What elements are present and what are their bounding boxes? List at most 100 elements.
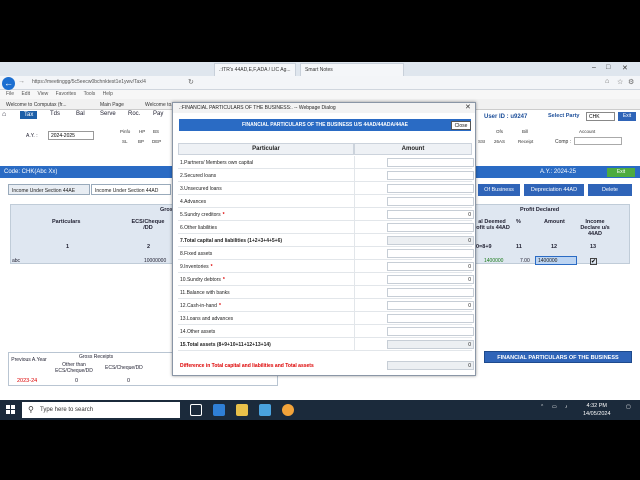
taskbar-search[interactable]: ⚲ Type here to search: [22, 402, 180, 418]
col-num-12: 12: [551, 244, 558, 250]
total-assets-value: 0: [387, 340, 474, 349]
amount-input[interactable]: [387, 288, 474, 297]
video-letterbox-bottom: [0, 420, 640, 480]
dialog-title: .:FINANCIAL PARTICULARS OF THE BUSINESS:…: [173, 103, 475, 113]
amount-input[interactable]: [387, 223, 474, 232]
financial-particulars-button[interactable]: FINANCIAL PARTICULARS OF THE BUSINESS: [484, 351, 632, 363]
party-code: Code: CHK(Abc Xx): [4, 169, 58, 175]
dep-link[interactable]: DEP: [152, 139, 161, 144]
row-label: 12.Cash-in-hand *: [180, 303, 221, 309]
26as-link[interactable]: 26AS: [494, 139, 505, 144]
row-label: 4.Advances: [180, 199, 207, 205]
close-button[interactable]: Close: [451, 121, 471, 130]
amount-input[interactable]: 0: [387, 301, 474, 310]
col-amount: Amount: [544, 219, 565, 225]
col-num-2: 2: [147, 244, 151, 250]
tab-pay[interactable]: Pay: [153, 111, 163, 117]
amount-input[interactable]: [387, 197, 474, 206]
previous-ay-header: Previous A.Year: [11, 357, 47, 363]
depreciation-44ad-button[interactable]: Depreciation 44AD: [524, 184, 584, 196]
delete-button[interactable]: Delete: [588, 184, 632, 196]
row-sundry-debtors: 10.Sundry debtors * 0: [178, 273, 474, 286]
row-label: 11.Balance with banks: [180, 290, 230, 296]
comp-select[interactable]: [574, 137, 622, 145]
pinfo-link[interactable]: Pinfo: [120, 129, 130, 134]
network-icon[interactable]: ▭: [552, 404, 557, 410]
col-amount-header: Amount: [354, 143, 472, 155]
tray-chevron-icon[interactable]: ⌃: [540, 404, 544, 410]
of-business-button[interactable]: Of Business: [478, 184, 520, 196]
ofs-link[interactable]: Ofs: [496, 129, 503, 134]
row-fixed-assets: 8.Fixed assets: [178, 247, 474, 260]
windows-start-icon[interactable]: [6, 405, 16, 415]
row-amount-input[interactable]: 1400000: [535, 256, 577, 265]
col-ecs-cheque: ECS/Cheque /DD: [131, 219, 165, 231]
file-explorer-icon[interactable]: [236, 404, 248, 416]
row-label: 1.Partners/ Members own capital: [180, 160, 254, 166]
income-declare-checkbox[interactable]: ✔: [590, 258, 597, 265]
app-pinned-icon[interactable]: [282, 404, 294, 416]
amount-input[interactable]: [387, 327, 474, 336]
store-icon[interactable]: [259, 404, 271, 416]
bill-link[interactable]: Bill: [522, 129, 528, 134]
dialog-close-icon[interactable]: ✕: [465, 103, 471, 111]
user-id: User ID : u9247: [484, 114, 528, 120]
home-app-icon[interactable]: ⌂: [2, 111, 6, 118]
tab-tds[interactable]: Tds: [50, 111, 60, 117]
volume-icon[interactable]: ♪: [565, 404, 568, 410]
search-placeholder: Type here to search: [40, 407, 94, 413]
hp-link[interactable]: HP: [139, 129, 145, 134]
col-profit-declared: Profit Declared: [520, 207, 560, 213]
other-than-ecs-header: Other than ECS/Cheque/DD: [55, 362, 93, 374]
row-unsecured-loans: 3.Unsecured loans: [178, 182, 474, 195]
sl-link[interactable]: SL: [122, 139, 128, 144]
party-input[interactable]: CHK: [586, 112, 615, 121]
row-label: 10.Sundry debtors *: [180, 277, 225, 283]
row-other-assets: 14.Other assets: [178, 325, 474, 338]
tab-roc[interactable]: Roc.: [128, 111, 140, 117]
edge-browser-icon[interactable]: [213, 404, 225, 416]
tab-tax[interactable]: Tax: [20, 111, 38, 119]
tab-income-44ad[interactable]: Income Under Section 44AD: [91, 184, 171, 195]
amount-input[interactable]: 0: [387, 262, 474, 271]
row-secured-loans: 2.Secured loans: [178, 169, 474, 182]
exit-button[interactable]: Exit: [618, 112, 636, 121]
amount-input[interactable]: 0: [387, 210, 474, 219]
task-view-icon[interactable]: [190, 404, 202, 416]
amount-input[interactable]: 0: [387, 275, 474, 284]
row-label: 13.Loans and advances: [180, 316, 234, 322]
clock-date: 14/05/2024: [583, 411, 611, 417]
row-inventories: 9.Inventories * 0: [178, 260, 474, 273]
search-icon: ⚲: [28, 405, 34, 414]
video-letterbox-top: [0, 0, 640, 62]
app-main-tabs: ⌂ Tax Tds Bal Serve Roc. Pay: [0, 110, 200, 122]
bs-link[interactable]: BS: [153, 129, 159, 134]
ay-select[interactable]: 2024-2025: [48, 131, 94, 140]
row-label: 6.Other liabilities: [180, 225, 217, 231]
bp-link[interactable]: BP: [138, 139, 144, 144]
amount-input[interactable]: [387, 171, 474, 180]
col-income-declare: Income Declare u/s 44AD: [580, 219, 610, 237]
row-ecs-value: 10000000: [144, 258, 167, 264]
amount-input[interactable]: [387, 314, 474, 323]
tab-income-44ae[interactable]: Income Under Section 44AE: [8, 184, 90, 195]
exit-green-button[interactable]: Exit: [607, 168, 635, 177]
row-name: abc: [12, 258, 21, 264]
amount-input[interactable]: [387, 158, 474, 167]
dialog-heading: FINANCIAL PARTICULARS OF THE BUSINESS U/…: [179, 119, 471, 131]
taskbar-clock[interactable]: 4:32 PM 14/05/2024: [583, 402, 611, 418]
col-deemed-profit: al Deemed rofit u/s 44AD: [474, 219, 510, 231]
ssi-link[interactable]: SSI: [478, 139, 485, 144]
amount-input[interactable]: [387, 249, 474, 258]
row-sundry-creditors: 5.Sundry creditors * 0: [178, 208, 474, 221]
tab-bal[interactable]: Bal: [76, 111, 85, 117]
difference-label: Difference in Total capital and liabilit…: [180, 363, 314, 369]
col-num-13: 13: [590, 244, 597, 250]
amount-input[interactable]: [387, 184, 474, 193]
notification-icon[interactable]: ▢: [626, 404, 631, 410]
ecs-cheque-header: ECS/Cheque/DD: [105, 365, 143, 371]
col-formula: 0=8+9: [476, 244, 492, 250]
account-link[interactable]: Account: [579, 129, 595, 134]
receipt-link[interactable]: Receipt: [518, 139, 533, 144]
tab-serve[interactable]: Serve: [100, 111, 116, 117]
